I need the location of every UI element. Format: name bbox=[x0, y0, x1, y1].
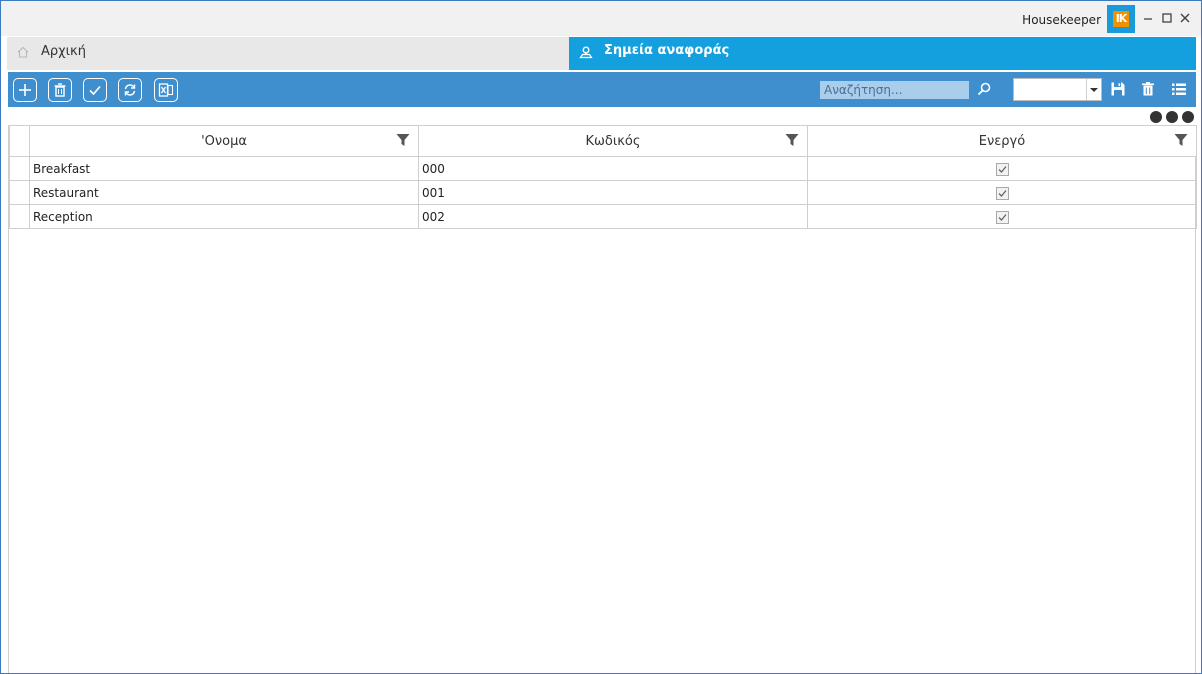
active-checkbox[interactable] bbox=[995, 186, 1009, 200]
more-options-button[interactable] bbox=[1149, 110, 1197, 124]
app-window: Housekeeper IK Αρχική Σημεία αναφοράς Αν… bbox=[0, 0, 1202, 674]
row-indicator[interactable] bbox=[9, 180, 30, 205]
check-icon bbox=[998, 165, 1007, 173]
list-icon[interactable] bbox=[1171, 81, 1187, 97]
cell-active[interactable] bbox=[807, 204, 1197, 229]
column-header-name[interactable]: 'Ονομα bbox=[29, 125, 419, 157]
chevron-down-icon[interactable] bbox=[1086, 79, 1101, 100]
check-icon bbox=[998, 189, 1007, 197]
active-checkbox[interactable] bbox=[995, 162, 1009, 176]
save-icon[interactable] bbox=[1110, 81, 1126, 97]
export-excel-button[interactable] bbox=[154, 78, 178, 102]
row-indicator-header bbox=[9, 125, 30, 157]
column-header-label: Κωδικός bbox=[585, 133, 641, 149]
logo-text: IK bbox=[1113, 11, 1129, 27]
tab-reference-points-label: Σημεία αναφοράς bbox=[604, 43, 730, 58]
filter-icon[interactable] bbox=[396, 133, 410, 147]
maximize-button[interactable] bbox=[1160, 11, 1174, 25]
search-input[interactable] bbox=[820, 81, 969, 99]
filter-icon[interactable] bbox=[785, 133, 799, 147]
cell-code[interactable]: 000 bbox=[418, 156, 808, 181]
close-button[interactable] bbox=[1178, 11, 1192, 25]
check-icon bbox=[89, 85, 101, 96]
search-icon[interactable] bbox=[976, 81, 992, 97]
trash-icon[interactable] bbox=[1140, 81, 1156, 97]
table-row[interactable]: Breakfast 000 bbox=[9, 156, 1197, 181]
active-checkbox[interactable] bbox=[995, 210, 1009, 224]
cell-name[interactable]: Restaurant bbox=[29, 180, 419, 205]
check-icon bbox=[998, 213, 1007, 221]
table-row[interactable]: Restaurant 001 bbox=[9, 180, 1197, 205]
confirm-button[interactable] bbox=[83, 78, 107, 102]
grid-header-row: 'Ονομα Κωδικός Ενεργό bbox=[9, 125, 1197, 157]
layout-select[interactable] bbox=[1013, 78, 1102, 101]
row-indicator[interactable] bbox=[9, 204, 30, 229]
delete-button[interactable] bbox=[48, 78, 72, 102]
tab-home-label: Αρχική bbox=[41, 44, 86, 59]
cell-name[interactable]: Breakfast bbox=[29, 156, 419, 181]
title-bar: Housekeeper IK bbox=[1, 1, 1201, 36]
row-indicator[interactable] bbox=[9, 156, 30, 181]
excel-icon bbox=[158, 83, 174, 97]
refresh-button[interactable] bbox=[118, 78, 142, 102]
close-icon bbox=[1180, 13, 1190, 23]
data-grid: 'Ονομα Κωδικός Ενεργό Breakfast 000 Rest… bbox=[8, 125, 1197, 673]
more-dot bbox=[1150, 111, 1162, 123]
cell-name[interactable]: Reception bbox=[29, 204, 419, 229]
column-header-code[interactable]: Κωδικός bbox=[418, 125, 808, 157]
cell-code[interactable]: 001 bbox=[418, 180, 808, 205]
column-header-active[interactable]: Ενεργό bbox=[807, 125, 1197, 157]
minimize-icon bbox=[1144, 18, 1152, 20]
tab-bar: Αρχική Σημεία αναφοράς bbox=[1, 36, 1201, 71]
tab-home[interactable]: Αρχική bbox=[7, 37, 569, 70]
grid-table: 'Ονομα Κωδικός Ενεργό Breakfast 000 Rest… bbox=[9, 125, 1197, 229]
maximize-icon bbox=[1162, 13, 1172, 23]
cell-code[interactable]: 002 bbox=[418, 204, 808, 229]
tab-reference-points[interactable]: Σημεία αναφοράς bbox=[569, 37, 1196, 70]
table-row[interactable]: Reception 002 bbox=[9, 204, 1197, 229]
more-dot bbox=[1182, 111, 1194, 123]
minimize-button[interactable] bbox=[1141, 11, 1155, 25]
cell-active[interactable] bbox=[807, 180, 1197, 205]
map-pin-icon bbox=[579, 46, 593, 59]
app-title: Housekeeper bbox=[1022, 13, 1101, 27]
column-header-label: Ενεργό bbox=[978, 133, 1026, 149]
home-icon bbox=[17, 46, 29, 58]
app-logo: IK bbox=[1107, 5, 1135, 33]
toolbar bbox=[8, 72, 1196, 107]
more-dot bbox=[1166, 111, 1178, 123]
column-header-label: 'Ονομα bbox=[201, 133, 247, 149]
filter-icon[interactable] bbox=[1174, 133, 1188, 147]
add-icon bbox=[19, 84, 31, 96]
delete-icon bbox=[54, 83, 66, 97]
cell-active[interactable] bbox=[807, 156, 1197, 181]
add-button[interactable] bbox=[13, 78, 37, 102]
refresh-icon bbox=[124, 84, 136, 96]
